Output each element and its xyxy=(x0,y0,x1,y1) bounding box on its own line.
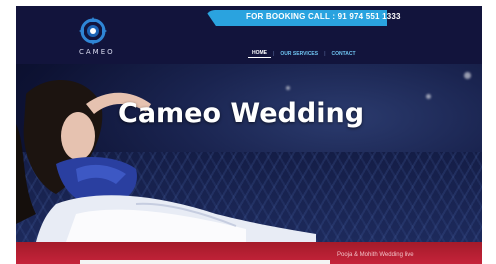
cameo-logo-icon[interactable] xyxy=(78,16,108,46)
nav-contact[interactable]: CONTACT xyxy=(328,51,360,57)
booking-call-text[interactable]: FOR BOOKING CALL : 91 974 551 1333 xyxy=(246,12,401,21)
page: FOR BOOKING CALL : 91 974 551 1333 CAMEO… xyxy=(0,0,496,264)
bokeh-light xyxy=(464,72,471,79)
hero-banner: Cameo Wedding xyxy=(16,64,482,242)
wedding-live-caption[interactable]: Pooja & Mohith Wedding live xyxy=(337,252,414,258)
brand-name: CAMEO xyxy=(79,48,115,56)
bride-photo xyxy=(16,80,316,242)
nav-home[interactable]: HOME xyxy=(248,50,271,58)
main-nav: HOME | OUR SERVICES | CONTACT xyxy=(248,50,360,58)
nav-our-services[interactable]: OUR SERVICES xyxy=(276,51,322,57)
bokeh-light xyxy=(426,94,431,99)
hero-title: Cameo Wedding xyxy=(118,98,365,129)
content-strip xyxy=(80,260,330,264)
